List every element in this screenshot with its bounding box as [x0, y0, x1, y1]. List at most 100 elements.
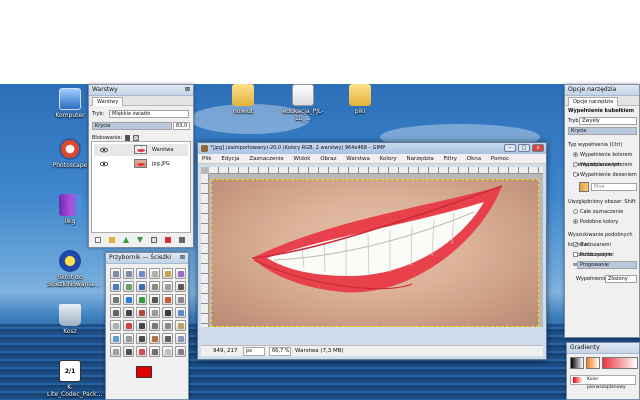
gradient-preview[interactable]: [602, 357, 638, 369]
tool-button[interactable]: [162, 307, 173, 318]
foreground-color-swatch[interactable]: [136, 366, 152, 378]
eye-icon[interactable]: [100, 160, 108, 168]
tool-button[interactable]: [175, 268, 186, 279]
checkbox-sample-merged[interactable]: Próbkowanie wszystkich warstw: [565, 250, 639, 268]
close-icon[interactable]: ⊠: [185, 86, 190, 93]
desktop-icon-k-lite[interactable]: 2/1 K-Lite_Codec_Pack...: [47, 360, 102, 398]
fill-option-pattern[interactable]: Wypełnienie deseniem: [565, 170, 639, 180]
raise-layer-icon[interactable]: [123, 237, 129, 243]
tool-button[interactable]: [123, 268, 134, 279]
close-button[interactable]: x: [532, 144, 544, 152]
tool-button[interactable]: [136, 333, 147, 344]
menu-pomoc[interactable]: Pomoc: [491, 156, 509, 162]
tool-button[interactable]: [110, 333, 121, 344]
new-group-icon[interactable]: [109, 237, 115, 243]
new-layer-icon[interactable]: [95, 237, 101, 243]
layer-row[interactable]: jpg.JPG: [94, 158, 188, 170]
layer-row[interactable]: Warstwa: [94, 144, 188, 156]
fill-option-fg[interactable]: Wypełnienie kolorem pierwszoplanowym: [565, 150, 639, 168]
canvas-area[interactable]: [201, 167, 543, 327]
menu-widok[interactable]: Widok: [294, 156, 311, 162]
tool-button[interactable]: [136, 346, 147, 357]
tool-button[interactable]: [136, 281, 147, 292]
tool-button[interactable]: [110, 307, 121, 318]
tool-button[interactable]: [149, 307, 160, 318]
tool-button[interactable]: [123, 281, 134, 292]
duplicate-layer-icon[interactable]: [151, 237, 157, 243]
tool-button[interactable]: [162, 333, 173, 344]
tool-button[interactable]: [149, 294, 160, 305]
horizontal-ruler[interactable]: [209, 167, 543, 174]
tool-button[interactable]: [162, 294, 173, 305]
pattern-name[interactable]: Pine: [591, 183, 637, 191]
menu-zaznaczenie[interactable]: Zaznaczenie: [249, 156, 284, 162]
pattern-swatch[interactable]: [579, 182, 589, 192]
desktop-icon-shortcut[interactable]: Skrót do SciezkiNowania...: [47, 250, 99, 288]
desktop-icon-kosz[interactable]: Kosz: [47, 304, 93, 335]
opacity-value[interactable]: 83,0: [173, 122, 190, 130]
opacity-slider[interactable]: Krycie: [568, 127, 637, 135]
tool-button[interactable]: [175, 346, 186, 357]
menu-obraz[interactable]: Obraz: [320, 156, 336, 162]
tool-button[interactable]: [162, 346, 173, 357]
unit-select[interactable]: px: [243, 347, 265, 356]
menu-warstwa[interactable]: Warstwa: [346, 156, 370, 162]
tool-button[interactable]: [149, 268, 160, 279]
tool-button[interactable]: [123, 320, 134, 331]
vertical-ruler[interactable]: [201, 174, 209, 327]
gradient-list-item[interactable]: Kolor pierwszoplanowy: [570, 375, 636, 390]
minimize-button[interactable]: –: [504, 144, 516, 152]
tool-button[interactable]: [175, 294, 186, 305]
tool-button[interactable]: [136, 320, 147, 331]
eye-icon[interactable]: [100, 146, 108, 154]
tool-button[interactable]: [123, 294, 134, 305]
desktop-icon-photoscape[interactable]: Photoscape: [47, 138, 93, 169]
tool-button[interactable]: [110, 346, 121, 357]
zoom-select[interactable]: 66,7 %: [269, 347, 291, 356]
tool-button[interactable]: [110, 268, 121, 279]
menu-kolory[interactable]: Kolory: [380, 156, 397, 162]
tool-button[interactable]: [123, 346, 134, 357]
tool-button[interactable]: [175, 320, 186, 331]
tool-button[interactable]: [110, 294, 121, 305]
desktop-icon-folder-piki[interactable]: piki: [337, 84, 383, 115]
fill-option-bg[interactable]: Wypełnienie kolorem tła: [565, 160, 639, 178]
desktop-icon-folder-nowiut[interactable]: nowiut: [220, 84, 266, 115]
fill-by-select[interactable]: Złożony: [605, 275, 637, 283]
tool-button[interactable]: [123, 307, 134, 318]
tool-button[interactable]: [110, 320, 121, 331]
area-option-similar[interactable]: Podobne kolory: [565, 217, 639, 227]
menu-plik[interactable]: Plik: [202, 156, 212, 162]
tool-button[interactable]: [162, 268, 173, 279]
mode-select[interactable]: Zwykły: [579, 117, 637, 125]
tool-button[interactable]: [175, 307, 186, 318]
gradient-swatch[interactable]: [570, 357, 584, 369]
menu-narzedzia[interactable]: Narzędzia: [407, 156, 434, 162]
opacity-slider[interactable]: Krycie: [92, 122, 172, 130]
mode-select[interactable]: Miękkie światło: [109, 110, 189, 118]
menu-filtry[interactable]: Filtry: [444, 156, 458, 162]
threshold-slider[interactable]: Progowanie: [577, 261, 637, 269]
tool-button[interactable]: [136, 307, 147, 318]
tool-button[interactable]: [136, 268, 147, 279]
area-option-selection[interactable]: Całe zaznaczenie: [565, 207, 639, 217]
tool-button[interactable]: [149, 346, 160, 357]
tool-button[interactable]: [149, 320, 160, 331]
tool-button[interactable]: [110, 281, 121, 292]
maximize-button[interactable]: □: [518, 144, 530, 152]
anchor-layer-icon[interactable]: [165, 237, 171, 243]
tool-button[interactable]: [175, 281, 186, 292]
tool-button[interactable]: [162, 320, 173, 331]
tab-layers[interactable]: Warstwy: [92, 97, 124, 106]
desktop-icon-komputer[interactable]: Komputer: [47, 88, 93, 119]
image-canvas[interactable]: [211, 179, 539, 327]
delete-layer-icon[interactable]: [179, 237, 185, 243]
tool-button[interactable]: [136, 294, 147, 305]
tab-tool-options[interactable]: Opcje narzędzia: [568, 97, 619, 106]
tool-button[interactable]: [149, 333, 160, 344]
desktop-icon-archive[interactable]: ilkg: [47, 194, 93, 225]
lower-layer-icon[interactable]: [137, 237, 143, 243]
menu-okna[interactable]: Okna: [467, 156, 481, 162]
menu-edycja[interactable]: Edycja: [221, 156, 239, 162]
checkbox-transparent[interactable]: ✓ Z obszarami przezroczystymi: [565, 240, 639, 258]
